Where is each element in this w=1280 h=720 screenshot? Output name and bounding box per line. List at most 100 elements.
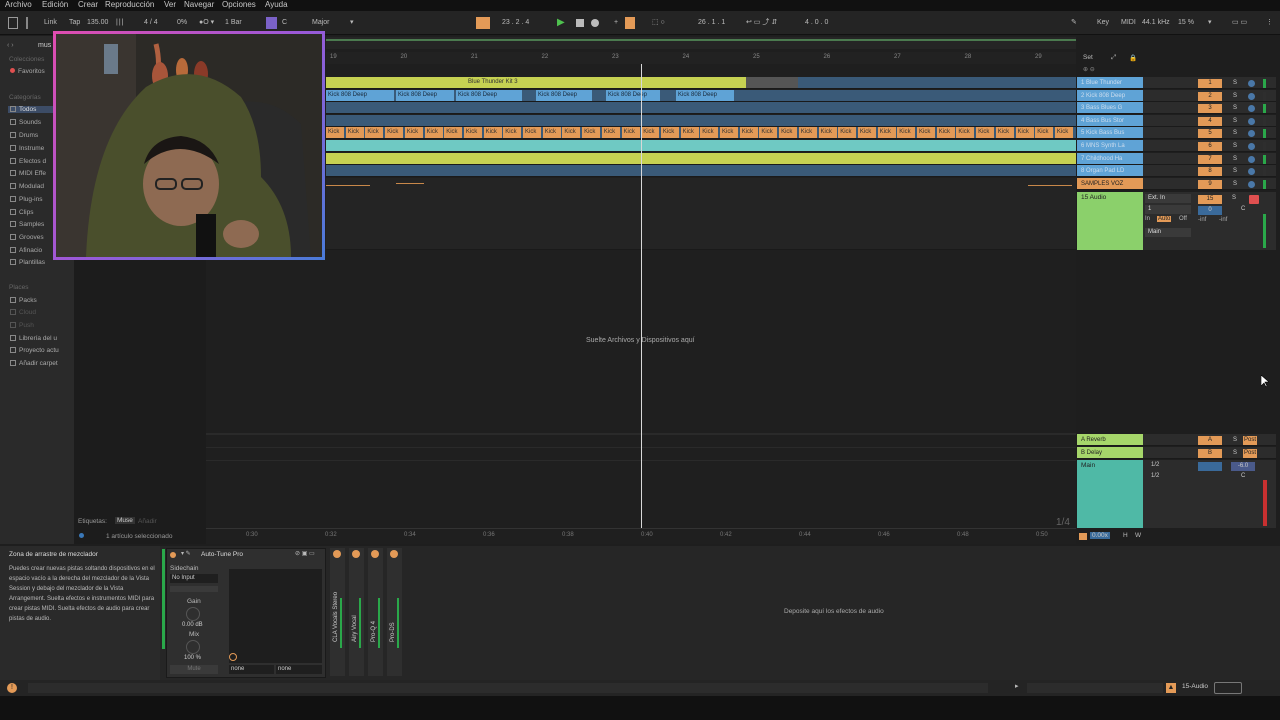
track-header[interactable]: SAMPLES VOZ: [1077, 177, 1143, 190]
return-track-a[interactable]: A Reverb: [1077, 434, 1143, 446]
main-in-1[interactable]: 1/2: [1151, 462, 1159, 468]
record-arm-icon[interactable]: [1249, 195, 1259, 204]
main-in-2[interactable]: 1/2: [1151, 473, 1159, 479]
kick-clip[interactable]: Kick: [503, 127, 522, 139]
sidebar-item-audio-effects[interactable]: Efectos d: [10, 158, 46, 165]
view-toggle-icon[interactable]: [1214, 682, 1242, 694]
chain-device[interactable]: Pro-Q 4: [368, 548, 383, 676]
track-number[interactable]: 4: [1198, 116, 1222, 126]
mute-button[interactable]: Mute: [170, 665, 218, 674]
kick-clip[interactable]: Kick: [601, 127, 620, 139]
kick-clip[interactable]: Kick: [956, 127, 975, 139]
arm-icon[interactable]: [1248, 180, 1255, 188]
kick-clip[interactable]: Kick: [936, 127, 955, 139]
punch-icon[interactable]: ⬚ ○: [652, 11, 665, 35]
monitor-in-button[interactable]: In: [1145, 216, 1150, 222]
kick-clip[interactable]: Kick: [857, 127, 876, 139]
macro-select-2[interactable]: none: [276, 665, 322, 674]
kick-clip[interactable]: Kick: [1054, 127, 1073, 139]
menu-ver[interactable]: Ver: [164, 0, 176, 10]
menu-opciones[interactable]: Opciones: [222, 0, 256, 10]
lock-icon[interactable]: 🔒: [1129, 54, 1137, 62]
info-icon[interactable]: !: [7, 683, 17, 693]
arm-icon[interactable]: [1248, 117, 1255, 125]
cpu-dropdown-icon[interactable]: ▾: [1208, 11, 1212, 35]
device-on-icon[interactable]: [371, 550, 379, 558]
kick-clip[interactable]: Kick: [424, 127, 443, 139]
device-on-icon[interactable]: [390, 550, 398, 558]
blue-thunder-clip[interactable]: Blue Thunder Kit 3: [466, 77, 646, 88]
clip-loop-region[interactable]: [746, 77, 798, 88]
overdub-icon[interactable]: +: [614, 11, 618, 35]
sidebar-item-tunings[interactable]: Afinacio: [10, 247, 42, 254]
arm-icon[interactable]: [1248, 80, 1255, 87]
track-number[interactable]: 6: [1198, 142, 1222, 151]
return-a-post[interactable]: Post: [1243, 436, 1258, 445]
loop-icon[interactable]: ↩ ▭ ⤴ ⇵: [746, 11, 777, 35]
solo-button[interactable]: S: [1230, 142, 1240, 151]
samples-voz-clip[interactable]: [1028, 185, 1072, 186]
samples-voz-clip[interactable]: [326, 185, 370, 186]
solo-button[interactable]: S: [1230, 104, 1240, 113]
kick-clip[interactable]: Kick: [582, 127, 601, 139]
draw-mode-icon[interactable]: ✎: [1071, 11, 1077, 35]
sidebar-item-drums[interactable]: Drums: [10, 132, 38, 139]
sidebar-item-midi-effects[interactable]: MIDI Effe: [10, 170, 46, 177]
device-on-icon[interactable]: [170, 552, 176, 558]
arm-icon[interactable]: [1248, 92, 1255, 100]
track-lane[interactable]: [326, 165, 1076, 178]
browser-toggle-icon[interactable]: [8, 17, 18, 29]
kick-clip[interactable]: Kick: [542, 127, 561, 139]
kick-clip[interactable]: Kick: [995, 127, 1014, 139]
monitor-auto-button[interactable]: Auto: [1157, 216, 1172, 222]
track-header[interactable]: 3 Bass Blues G: [1077, 102, 1143, 115]
scale-dropdown-icon[interactable]: ▾: [350, 11, 354, 35]
kick-clip[interactable]: Kick: [838, 127, 857, 139]
kick-clip[interactable]: Kick: [326, 127, 344, 139]
device-expand-icon[interactable]: ▾ ✎: [181, 550, 191, 557]
solo-button[interactable]: S: [1230, 436, 1240, 445]
track-lane[interactable]: [326, 140, 1076, 152]
kick-clip[interactable]: Kick: [897, 127, 916, 139]
kick-clip[interactable]: Kick: [523, 127, 541, 139]
kick-clip[interactable]: Kick: [621, 127, 640, 139]
kick-clip[interactable]: Kick: [385, 127, 404, 139]
kick-clip[interactable]: Kick: [720, 127, 738, 139]
output-select[interactable]: Main: [1145, 228, 1191, 237]
main-volume[interactable]: -6.0: [1231, 462, 1255, 471]
sidebar-item-push[interactable]: Push: [10, 322, 34, 329]
track-number[interactable]: 7: [1198, 154, 1222, 164]
loop-start-field[interactable]: 26 . 1 . 1: [698, 11, 725, 35]
chain-device[interactable]: Pro-DS: [387, 548, 402, 676]
chain-device[interactable]: Airy Vocal: [349, 548, 364, 676]
track-number[interactable]: 3: [1198, 104, 1222, 114]
kick-808-clip[interactable]: Kick 808 Deep: [456, 89, 522, 101]
sidechain-input-select[interactable]: No Input: [170, 574, 218, 583]
kick-clip[interactable]: Kick: [917, 127, 935, 139]
arm-icon[interactable]: [1248, 155, 1255, 163]
sidebar-item-instruments[interactable]: Instrume: [10, 145, 44, 152]
tag-muse[interactable]: Muse: [115, 517, 135, 524]
solo-button[interactable]: S: [1230, 155, 1240, 164]
kick-clip[interactable]: Kick: [365, 127, 384, 139]
send-b[interactable]: -inf: [1219, 217, 1227, 223]
sidebar-item-current-project[interactable]: Proyecto actu: [10, 347, 59, 354]
track-pan[interactable]: C: [1241, 206, 1245, 212]
solo-button[interactable]: S: [1230, 449, 1240, 458]
kick-clip[interactable]: Kick: [818, 127, 837, 139]
menu-crear[interactable]: Crear: [78, 0, 98, 10]
sidebar-item-clips[interactable]: Clips: [10, 209, 33, 216]
follow-button[interactable]: [476, 17, 490, 29]
sidebar-item-templates[interactable]: Plantillas: [10, 259, 45, 266]
track-header[interactable]: 8 Organ Pad LD: [1077, 165, 1143, 178]
set-button[interactable]: Set: [1083, 54, 1093, 61]
automation-arm-icon[interactable]: [625, 17, 635, 29]
device-controls-icon[interactable]: ⊘ ▣ ▭: [295, 550, 315, 557]
track-header[interactable]: 7 Childhood Ha: [1077, 152, 1143, 165]
sidebar-item-grooves[interactable]: Grooves: [10, 234, 44, 241]
track-number[interactable]: 1: [1198, 79, 1222, 88]
kick-clip[interactable]: Kick: [444, 127, 463, 139]
menu-reproduccion[interactable]: Reproducción: [105, 0, 154, 10]
plugin-edit-icon[interactable]: [229, 653, 237, 661]
monitor-off-button[interactable]: Off: [1179, 216, 1187, 222]
